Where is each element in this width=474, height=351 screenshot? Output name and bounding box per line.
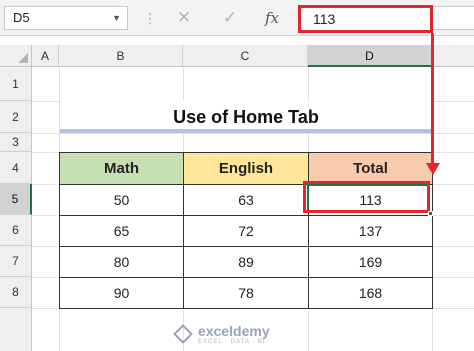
formula-value: 113 (313, 11, 336, 27)
table-cell[interactable]: 137 (308, 215, 433, 247)
table-cell[interactable]: 168 (308, 277, 433, 309)
table-row: 90 78 168 (59, 277, 433, 309)
header-math[interactable]: Math (59, 152, 184, 185)
chevron-down-icon[interactable]: ▼ (112, 7, 121, 29)
select-all-button[interactable] (0, 45, 32, 67)
watermark-name: exceldemy (198, 323, 270, 339)
row-header-1[interactable]: 1 (0, 67, 32, 101)
exceldemy-logo-icon (173, 324, 193, 344)
watermark: exceldemy EXCEL · DATA · BI (173, 323, 296, 349)
row-header-8[interactable]: 8 (0, 277, 32, 308)
table-cell[interactable]: 78 (183, 277, 309, 309)
header-total[interactable]: Total (308, 152, 433, 185)
row-header-6[interactable]: 6 (0, 215, 32, 246)
arrow-line (431, 33, 434, 165)
close-icon[interactable]: ✕ (168, 6, 200, 30)
table-cell[interactable]: 72 (183, 215, 309, 247)
gridline (32, 133, 474, 134)
table-cell[interactable]: 63 (183, 184, 309, 216)
arrow-head-icon (426, 163, 440, 175)
formula-input-extension[interactable] (433, 6, 474, 30)
table-cell[interactable]: 169 (308, 246, 433, 278)
table-cell[interactable]: 65 (59, 215, 184, 247)
table-cell[interactable]: 90 (59, 277, 184, 309)
table-cell[interactable]: 80 (59, 246, 184, 278)
row-header-9[interactable] (0, 308, 32, 351)
highlight-box (303, 181, 430, 213)
table-row: 65 72 137 (59, 215, 433, 247)
sheet-title[interactable]: Use of Home Tab (60, 101, 432, 133)
table-cell[interactable]: 89 (183, 246, 309, 278)
row-header-7[interactable]: 7 (0, 246, 32, 277)
watermark-tagline: EXCEL · DATA · BI (198, 339, 266, 345)
fx-icon[interactable]: fx (256, 6, 288, 30)
column-header-d[interactable]: D (308, 45, 432, 67)
column-header-a[interactable]: A (32, 45, 59, 67)
formula-bar-grip: ⋮ (143, 10, 157, 26)
table-cell[interactable]: 50 (59, 184, 184, 216)
header-english[interactable]: English (183, 152, 309, 185)
check-icon[interactable]: ✓ (214, 6, 246, 30)
name-box[interactable]: D5 ▼ (4, 6, 128, 30)
formula-bar: D5 ▼ ⋮ ✕ ✓ fx 113 (0, 0, 474, 36)
table-row: 80 89 169 (59, 246, 433, 278)
table-header-row: Math English Total (59, 152, 433, 185)
data-table: Math English Total 50 63 113 65 72 137 8… (59, 152, 433, 309)
column-header-e[interactable] (432, 45, 474, 67)
row-header-5[interactable]: 5 (0, 184, 32, 215)
formula-input[interactable]: 113 (298, 5, 433, 33)
column-header-c[interactable]: C (183, 45, 308, 67)
column-header-b[interactable]: B (59, 45, 183, 67)
row-header-3[interactable]: 3 (0, 133, 32, 152)
fill-handle[interactable] (428, 211, 433, 216)
row-header-4[interactable]: 4 (0, 152, 32, 184)
name-box-value: D5 (13, 10, 30, 25)
row-header-2[interactable]: 2 (0, 101, 32, 133)
